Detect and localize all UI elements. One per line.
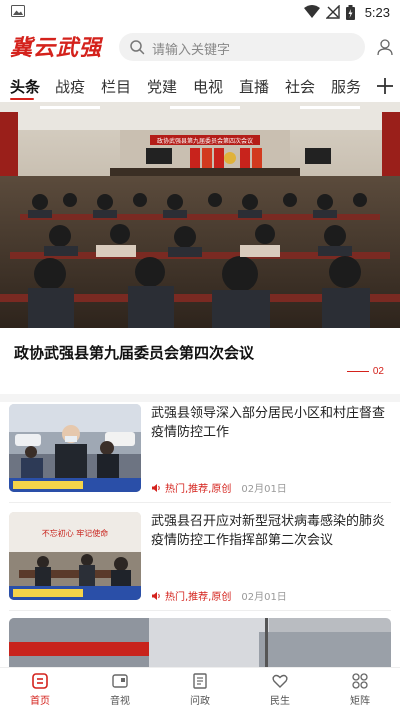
- news-title: 武强县召开应对新型冠状病毒感染的肺炎疫情防控工作指挥部第二次会议: [151, 514, 386, 548]
- tab-live[interactable]: 直播: [239, 76, 269, 97]
- nav-label: 首页: [30, 696, 50, 707]
- news-tags: 热门,推荐,原创: [165, 484, 232, 495]
- hero-caption[interactable]: 政协武强县第九届委员会第四次会议 02: [0, 328, 400, 394]
- nav-label: 矩阵: [350, 696, 370, 707]
- carousel-page-indicator: 02: [346, 366, 384, 377]
- speaker-icon: [152, 591, 160, 600]
- bottom-navigation: 首页 音视 问政 民生 矩阵: [0, 667, 400, 711]
- nav-matrix[interactable]: 矩阵: [330, 672, 390, 707]
- hero-banner-text: 政协武强县第九届委员会第四次会议: [157, 137, 253, 145]
- meeting-hall-photo: 政协武强县第九届委员会第四次会议: [0, 102, 400, 328]
- signal-off-icon: [325, 5, 340, 19]
- meeting-photo: 不忘初心 牢记使命: [9, 512, 141, 600]
- nav-label: 音视: [110, 696, 130, 707]
- hero-carousel-image[interactable]: 政协武强县第九届委员会第四次会议: [0, 102, 400, 328]
- channel-tabs: 头条 战疫 栏目 党建 电视 直播 社会 服务: [0, 72, 400, 102]
- news-meta: 热门,推荐,原创 02月01日: [151, 588, 287, 603]
- nav-av[interactable]: 音视: [90, 672, 150, 707]
- news-date: 02月01日: [241, 484, 287, 495]
- tab-society[interactable]: 社会: [285, 76, 315, 97]
- nav-label: 民生: [270, 696, 290, 707]
- nav-inquiry[interactable]: 问政: [170, 672, 230, 707]
- hero-title: 政协武强县第九届委员会第四次会议: [14, 344, 255, 362]
- home-icon: [32, 673, 48, 689]
- status-time: 5:23: [364, 4, 390, 20]
- speaker-icon: [152, 483, 160, 492]
- item-divider: [9, 502, 391, 503]
- news-item[interactable]: 武强县领导深入部分居民小区和村庄督查疫情防控工作 热门,推荐,原创 02月01日: [0, 398, 400, 502]
- street-photo: [9, 618, 391, 668]
- tab-services[interactable]: 服务: [331, 76, 361, 97]
- tab-tv[interactable]: 电视: [193, 76, 223, 97]
- search-icon: [130, 40, 145, 55]
- wifi-icon: [303, 5, 320, 18]
- item-divider: [9, 610, 391, 611]
- status-bar: 5:23: [0, 0, 400, 24]
- tab-columns[interactable]: 栏目: [101, 76, 131, 97]
- matrix-icon: [352, 673, 368, 689]
- news-large-image[interactable]: [9, 618, 391, 668]
- gallery-notification-icon: [11, 5, 25, 17]
- search-input[interactable]: 请输入关键字: [119, 33, 365, 61]
- tab-headline[interactable]: 头条: [10, 76, 40, 97]
- news-thumbnail: 不忘初心 牢记使命: [9, 512, 141, 600]
- active-tab-indicator: [10, 98, 34, 100]
- news-item[interactable]: 不忘初心 牢记使命 武强县召开应对新型冠状病毒感染的肺炎疫情防控工作指挥部第二次…: [0, 506, 400, 610]
- nav-label: 问政: [190, 696, 210, 707]
- news-meta: 热门,推荐,原创 02月01日: [151, 480, 287, 495]
- indicator-number: 02: [372, 366, 384, 377]
- app-logo: 冀云武强: [10, 35, 103, 61]
- inspection-photo: [9, 404, 141, 492]
- nav-home[interactable]: 首页: [10, 672, 70, 707]
- inquiry-icon: [193, 673, 207, 689]
- tab-party[interactable]: 党建: [147, 76, 177, 97]
- search-placeholder: 请输入关键字: [152, 43, 231, 58]
- battery-charging-icon: [345, 4, 355, 20]
- news-date: 02月01日: [241, 592, 287, 603]
- photo-banner-text: 不忘初心 牢记使命: [42, 528, 109, 538]
- news-tags: 热门,推荐,原创: [165, 592, 232, 603]
- video-icon: [112, 674, 128, 688]
- add-channel-icon[interactable]: [376, 77, 394, 95]
- nav-livelihood[interactable]: 民生: [250, 672, 310, 707]
- app-header: 冀云武强 请输入关键字: [0, 26, 400, 66]
- user-icon[interactable]: [376, 38, 394, 56]
- news-title: 武强县领导深入部分居民小区和村庄督查疫情防控工作: [151, 406, 386, 440]
- tab-epidemic[interactable]: 战疫: [55, 76, 85, 97]
- indicator-line: [346, 371, 369, 372]
- heart-icon: [272, 674, 288, 688]
- news-thumbnail: [9, 404, 141, 492]
